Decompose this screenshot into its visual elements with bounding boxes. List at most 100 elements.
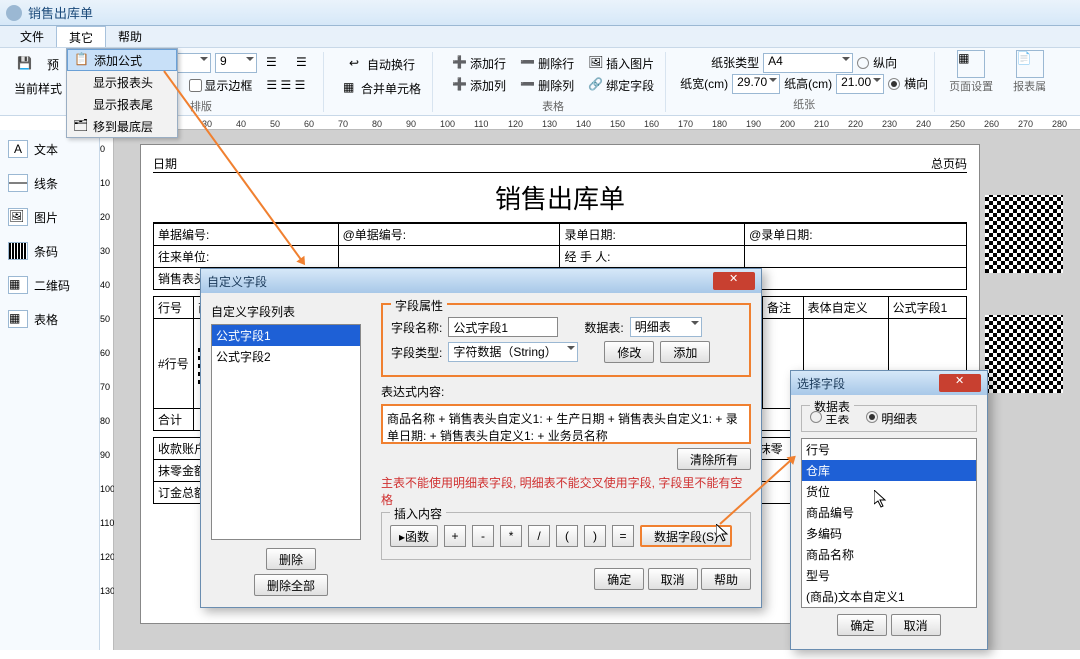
list-item[interactable]: 商品名称 [802, 544, 976, 565]
op-lparen[interactable]: ( [556, 525, 578, 547]
size-select[interactable]: 9 [215, 53, 257, 73]
lbl: 显示边框 [204, 77, 252, 94]
op-div[interactable]: / [528, 525, 550, 547]
list-item[interactable]: 商品多条码 [802, 607, 976, 608]
list-item[interactable]: (商品)文本自定义1 [802, 586, 976, 607]
report-title: 销售出库单 [153, 172, 967, 223]
lbl: 纸高(cm) [784, 75, 832, 92]
menu-file[interactable]: 文件 [8, 26, 56, 47]
insert-content-group: 插入内容 ▸函数 + - * / ( ) = 数据字段(S) [381, 512, 751, 560]
border-check[interactable] [189, 79, 202, 92]
size-val: 9 [220, 54, 227, 68]
table-icon: ▦ [8, 310, 28, 328]
merge-icon: ▦ [343, 80, 359, 96]
table-select[interactable]: 明细表 [630, 317, 702, 337]
lbl: 自动换行 [367, 56, 415, 73]
menu-show-header[interactable]: 显示报表头 [67, 71, 177, 93]
date-label: 日期 [153, 155, 177, 172]
lbl: 录单日期: [560, 224, 745, 246]
detail-table-radio[interactable] [866, 411, 878, 423]
align-left[interactable]: ☰ [261, 52, 287, 74]
image-icon: 🖼 [8, 208, 28, 226]
width-input[interactable]: 29.70 [732, 74, 780, 94]
op-eq[interactable]: = [612, 525, 634, 547]
menu-other[interactable]: 其它 [56, 26, 106, 47]
modify-button[interactable]: 修改 [604, 341, 654, 363]
lbl: 经 手 人: [560, 246, 745, 268]
function-button[interactable]: ▸函数 [390, 525, 438, 547]
type-select[interactable]: 字符数据（String） [448, 342, 578, 362]
align-center[interactable]: ☰ [291, 52, 317, 74]
lbl: 报表属 [1013, 78, 1046, 94]
lbl: 添加列 [470, 77, 506, 94]
close-button[interactable] [713, 272, 755, 290]
list-item[interactable]: 行号 [802, 439, 976, 460]
align-group[interactable]: ☰ ☰ ☰ [261, 74, 310, 96]
delete-all-button[interactable]: 删除全部 [254, 574, 328, 596]
preview-button[interactable]: 预 [42, 53, 64, 75]
bindfield-button[interactable]: 🔗绑定字段 [583, 74, 659, 96]
save-button[interactable]: 💾 [12, 53, 38, 75]
ribbon-group-cell: ↩自动换行 ▦合并单元格 [332, 52, 433, 112]
tool-text[interactable]: A文本 [0, 136, 99, 162]
menu-add-formula[interactable]: 📋添加公式 [67, 49, 177, 71]
clear-button[interactable]: 清除所有 [677, 448, 751, 470]
report-attr-icon[interactable]: 📄 [1016, 50, 1044, 78]
delete-field-button[interactable]: 删除 [266, 548, 316, 570]
menu-help[interactable]: 帮助 [106, 26, 154, 47]
select-field-list[interactable]: 行号仓库货位商品编号多编码商品名称型号(商品)文本自定义1商品多条码业务员名称基… [801, 438, 977, 608]
merge-button[interactable]: ▦合并单元格 [338, 77, 426, 99]
lbl: 纸宽(cm) [680, 75, 728, 92]
total-page-label: 总页码 [931, 155, 967, 172]
list-item[interactable]: 货位 [802, 481, 976, 502]
list-item[interactable]: 商品编号 [802, 502, 976, 523]
height-input[interactable]: 21.00 [836, 74, 884, 94]
op-mult[interactable]: * [500, 525, 522, 547]
ok-button[interactable]: 确定 [594, 568, 644, 590]
delrow-button[interactable]: ➖删除行 [515, 52, 579, 74]
addrow-button[interactable]: ➕添加行 [447, 52, 511, 74]
lbl: 纵向 [873, 54, 897, 71]
landscape-radio[interactable] [888, 78, 900, 90]
insertpic-button[interactable]: 🖼插入图片 [583, 52, 659, 74]
tool-table[interactable]: ▦表格 [0, 306, 99, 332]
show-border-button[interactable]: 显示边框 [184, 74, 257, 96]
lbl: 页面设置 [949, 78, 993, 94]
op-plus[interactable]: + [444, 525, 466, 547]
papertype-select[interactable]: A4 [763, 53, 853, 73]
op-rparen[interactable]: ) [584, 525, 606, 547]
list-item[interactable]: 公式字段2 [212, 346, 360, 367]
autowrap-button[interactable]: ↩自动换行 [344, 53, 420, 75]
list-item[interactable]: 仓库 [802, 460, 976, 481]
addrow-icon: ➕ [452, 55, 468, 71]
tool-qrcode[interactable]: ▦二维码 [0, 272, 99, 298]
tool-barcode[interactable]: 条码 [0, 238, 99, 264]
menu-add-formula-label: 添加公式 [94, 52, 142, 69]
close-button[interactable] [939, 374, 981, 392]
list-item[interactable]: 多编码 [802, 523, 976, 544]
cancel-button[interactable]: 取消 [891, 614, 941, 636]
ok-button[interactable]: 确定 [837, 614, 887, 636]
cancel-button[interactable]: 取消 [648, 568, 698, 590]
cursor-icon [716, 524, 730, 542]
op-minus[interactable]: - [472, 525, 494, 547]
lbl: 线条 [34, 175, 58, 192]
main-table-radio[interactable] [810, 411, 822, 423]
addcol-button[interactable]: ➕添加列 [447, 74, 511, 96]
tool-line[interactable]: 线条 [0, 170, 99, 196]
help-button[interactable]: 帮助 [701, 568, 751, 590]
page-setup-icon[interactable]: ▦ [957, 50, 985, 78]
delcol-button[interactable]: ➖删除列 [515, 74, 579, 96]
lbl: A4 [768, 54, 783, 68]
menu-show-footer[interactable]: 显示报表尾 [67, 93, 177, 115]
portrait-radio[interactable] [857, 57, 869, 69]
tool-image[interactable]: 🖼图片 [0, 204, 99, 230]
add-button[interactable]: 添加 [660, 341, 710, 363]
expression-textarea[interactable]: 商品名称 + 销售表头自定义1: + 生产日期 + 销售表头自定义1: + 录单… [381, 404, 751, 444]
menu-move-bottom[interactable]: 🗂移到最底层 [67, 115, 177, 137]
field-list[interactable]: 公式字段1 公式字段2 [211, 324, 361, 540]
field-name-input[interactable] [448, 317, 558, 337]
list-item[interactable]: 公式字段1 [212, 325, 360, 346]
list-item[interactable]: 型号 [802, 565, 976, 586]
ribbon-group-page: ▦ 页面设置 [943, 52, 999, 112]
